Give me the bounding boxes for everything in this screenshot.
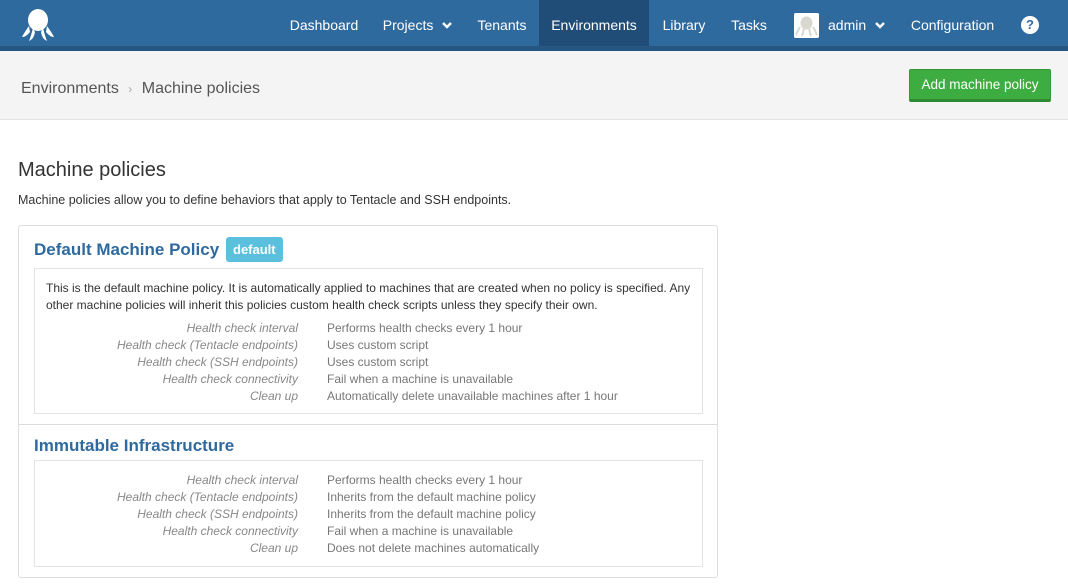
breadcrumb-separator-icon: › — [128, 82, 133, 96]
property-value: Uses custom script — [327, 355, 429, 369]
property-row: Health check connectivity Fail when a ma… — [35, 524, 702, 541]
nav-tenants[interactable]: Tenants — [465, 0, 539, 46]
property-label: Health check (SSH endpoints) — [137, 507, 298, 521]
policy-item: Immutable Infrastructure Health check in… — [19, 425, 717, 577]
policy-details: This is the default machine policy. It i… — [34, 268, 703, 414]
nav-dashboard[interactable]: Dashboard — [277, 0, 371, 46]
breadcrumb-current: Machine policies — [141, 80, 261, 97]
property-value: Inherits from the default machine policy — [327, 490, 536, 504]
breadcrumb: Environments › Machine policies — [21, 80, 260, 98]
property-value: Does not delete machines automatically — [327, 541, 540, 555]
policy-list: Default Machine Policy default This is t… — [18, 225, 718, 578]
property-value: Automatically delete unavailable machine… — [327, 389, 618, 403]
page-header: Environments › Machine policies Add mach… — [0, 51, 1068, 120]
property-row: Clean up Automatically delete unavailabl… — [35, 389, 702, 406]
property-row: Health check (SSH endpoints) Uses custom… — [35, 355, 702, 372]
user-avatar-icon — [794, 13, 819, 38]
policy-details: Health check interval Performs health ch… — [34, 460, 703, 567]
policy-name-link[interactable]: Immutable Infrastructure — [34, 436, 234, 456]
property-label: Clean up — [249, 541, 298, 555]
property-row: Health check interval Performs health ch… — [35, 321, 702, 338]
property-row: Clean up Does not delete machines automa… — [35, 541, 702, 558]
policy-item: Default Machine Policy default This is t… — [19, 226, 717, 425]
nav-environments[interactable]: Environments — [539, 0, 649, 46]
property-label: Health check (SSH endpoints) — [137, 355, 298, 369]
nav-library[interactable]: Library — [649, 0, 719, 46]
top-navigation: Dashboard Projects Tenants Environments … — [0, 0, 1068, 51]
breadcrumb-environments-link[interactable]: Environments — [21, 80, 119, 97]
property-label: Health check connectivity — [162, 524, 298, 538]
property-value: Performs health checks every 1 hour — [327, 473, 523, 487]
property-label: Health check (Tentacle endpoints) — [117, 338, 298, 352]
nav-configuration-label: Configuration — [910, 17, 995, 33]
property-label: Clean up — [249, 389, 298, 403]
property-value: Fail when a machine is unavailable — [327, 524, 514, 538]
property-value: Uses custom script — [327, 338, 429, 352]
nav-tasks[interactable]: Tasks — [719, 0, 779, 46]
chevron-down-icon — [442, 22, 453, 29]
page-title: Machine policies — [18, 159, 166, 181]
chevron-down-icon — [875, 22, 885, 29]
property-label: Health check interval — [186, 321, 298, 335]
property-row: Health check interval Performs health ch… — [35, 473, 702, 490]
property-label: Health check (Tentacle endpoints) — [117, 490, 298, 504]
nav-projects[interactable]: Projects — [371, 0, 465, 46]
nav-user-menu[interactable]: admin — [822, 0, 890, 46]
user-avatar[interactable] — [794, 13, 819, 38]
nav-tasks-label: Tasks — [731, 17, 767, 33]
add-machine-policy-button[interactable]: Add machine policy — [909, 69, 1051, 102]
nav-projects-label: Projects — [382, 17, 434, 33]
nav-user-label: admin — [828, 17, 867, 33]
nav-dashboard-label: Dashboard — [289, 17, 359, 33]
page-description: Machine policies allow you to define beh… — [18, 193, 512, 207]
property-value: Fail when a machine is unavailable — [327, 372, 514, 386]
nav-environments-label: Environments — [551, 17, 637, 33]
nav-configuration[interactable]: Configuration — [897, 0, 1008, 46]
property-label: Health check connectivity — [162, 372, 298, 386]
nav-library-label: Library — [662, 17, 706, 33]
property-row: Health check connectivity Fail when a ma… — [35, 372, 702, 389]
property-row: Health check (Tentacle endpoints) Inheri… — [35, 490, 702, 507]
property-label: Health check interval — [186, 473, 298, 487]
default-badge: default — [226, 237, 283, 262]
octopus-logo-icon[interactable] — [20, 7, 56, 43]
help-icon[interactable]: ? — [1021, 16, 1039, 34]
property-value: Performs health checks every 1 hour — [327, 321, 523, 335]
property-value: Inherits from the default machine policy — [327, 507, 536, 521]
policy-description: This is the default machine policy. It i… — [46, 281, 691, 312]
property-row: Health check (Tentacle endpoints) Uses c… — [35, 338, 702, 355]
policy-name-link[interactable]: Default Machine Policy — [34, 240, 219, 260]
nav-tenants-label: Tenants — [477, 17, 527, 33]
property-row: Health check (SSH endpoints) Inherits fr… — [35, 507, 702, 524]
